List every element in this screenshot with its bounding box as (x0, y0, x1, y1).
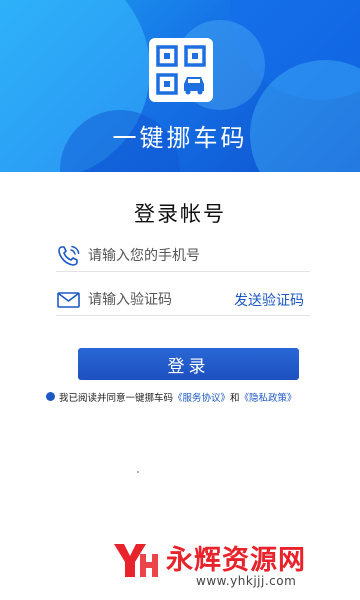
service-agreement-link[interactable]: 《服务协议》 (173, 393, 230, 404)
agreement-prefix: 我已阅读并同意一键挪车码 (59, 393, 174, 404)
agreement-conjunction: 和 (230, 393, 240, 404)
watermark-logo-icon (114, 544, 158, 577)
envelope-icon (57, 292, 80, 308)
code-field: 发送验证码 (56, 284, 310, 316)
agreement-row: 我已阅读并同意一键挪车码《服务协议》和《隐私政策》 (46, 390, 346, 404)
send-code-button[interactable]: 发送验证码 (234, 290, 304, 310)
app-title: 一键挪车码 (112, 124, 248, 152)
header-banner: 一键挪车码 (0, 0, 360, 172)
privacy-policy-link[interactable]: 《隐私政策》 (240, 393, 297, 404)
app-logo (149, 38, 213, 102)
login-title: 登录帐号 (134, 202, 226, 226)
phone-field (56, 240, 310, 272)
phone-input[interactable] (88, 244, 298, 268)
code-input[interactable] (88, 288, 228, 312)
watermark-url: www.yhkjjj.com (196, 574, 297, 588)
decor-dot (137, 471, 139, 473)
login-button[interactable]: 登录 (78, 348, 299, 380)
login-card (0, 172, 360, 600)
agreement-text: 我已阅读并同意一键挪车码《服务协议》和《隐私政策》 (59, 390, 297, 404)
phone-call-icon (58, 245, 80, 266)
agreement-checkbox[interactable] (46, 392, 55, 401)
watermark-brand: 永辉资源网 (166, 545, 306, 576)
qr-car-icon (156, 45, 206, 95)
